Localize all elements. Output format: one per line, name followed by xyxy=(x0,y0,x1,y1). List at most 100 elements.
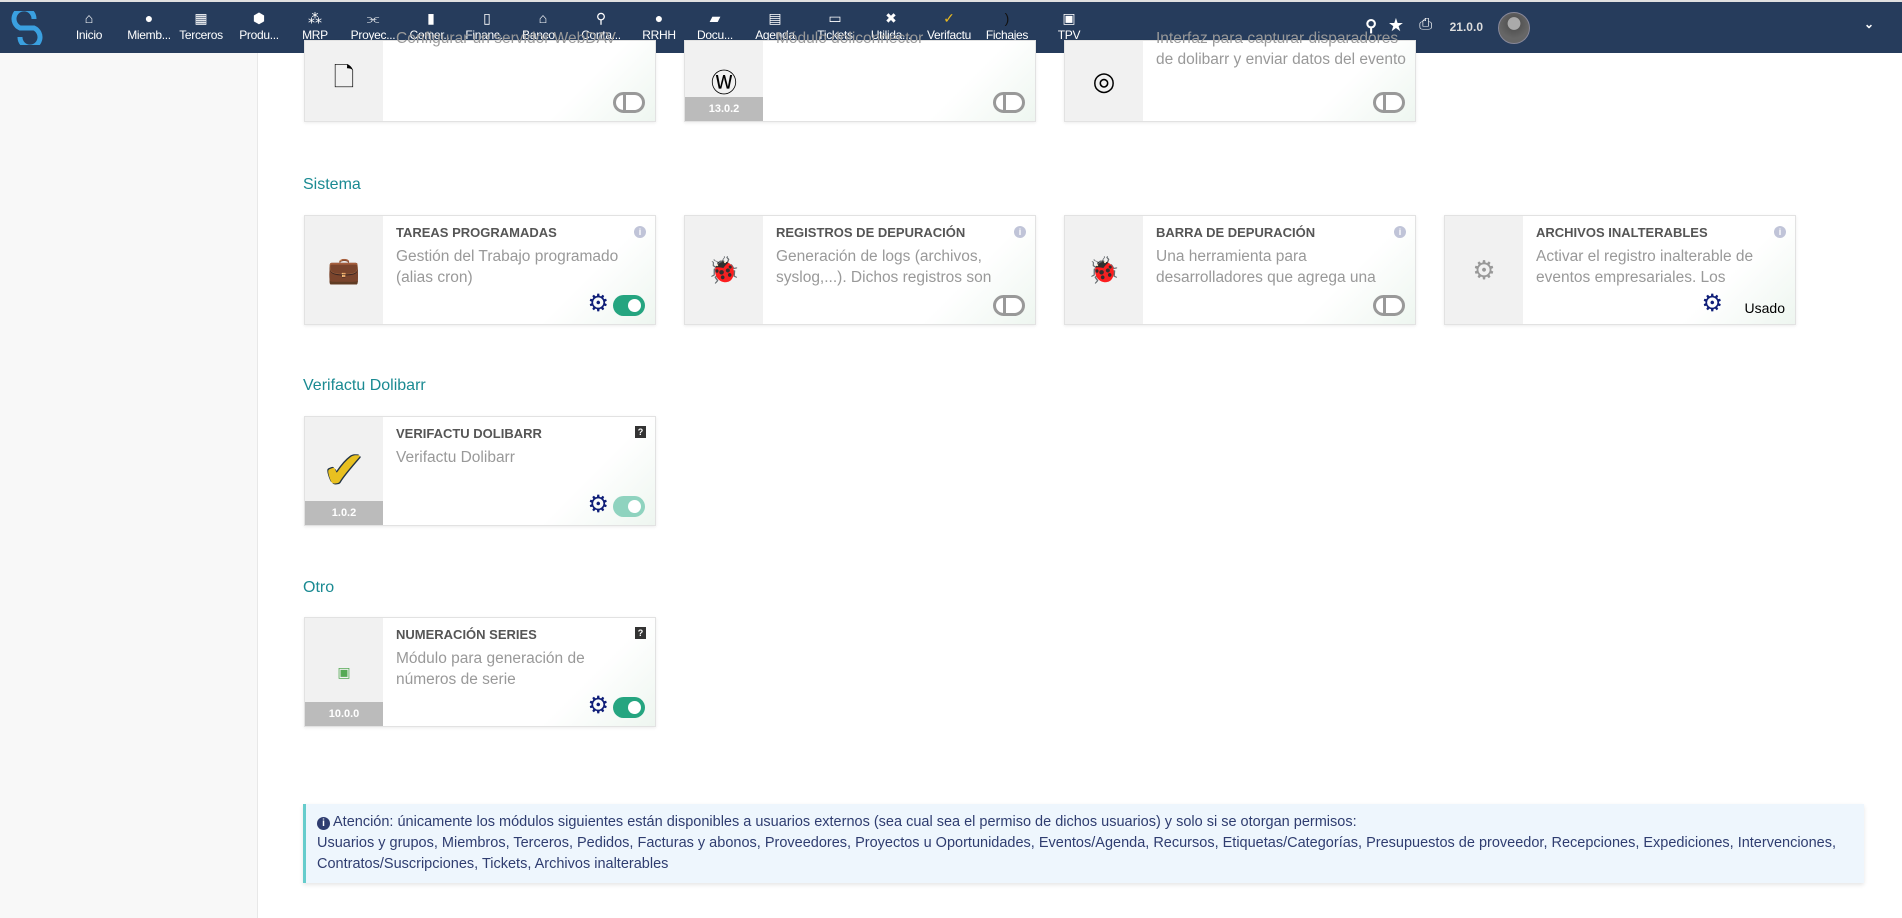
bank-icon: ⌂ xyxy=(538,10,548,26)
nav-item-proyec[interactable]: ⫘ Proyec... xyxy=(344,8,402,42)
module-title: NUMERACIÓN SERIES xyxy=(396,627,537,642)
section-title-sistema: Sistema xyxy=(303,176,361,193)
module-toggle[interactable] xyxy=(613,496,645,517)
chevron-down-icon[interactable]: ⌄ xyxy=(1864,17,1874,31)
nav-item-inicio[interactable]: ⌂ Inicio xyxy=(60,8,118,61)
notice-module-list: Usuarios y grupos, Miembros, Terceros, P… xyxy=(317,835,1837,872)
bug-icon: 🐞 xyxy=(707,254,741,285)
avatar[interactable] xyxy=(1498,12,1530,44)
module-version: 1.0.2 xyxy=(305,501,383,525)
settings-gear-icon[interactable]: ⚙ xyxy=(1701,289,1723,318)
module-toggle[interactable] xyxy=(1373,92,1405,113)
module-card: ⚙ ARCHIVOS INALTERABLES Activar el registr… xyxy=(1444,215,1796,325)
home-icon: ⌂ xyxy=(84,10,94,26)
suitcase-icon: ▮ xyxy=(427,10,435,26)
module-description: Módulo para generación de números de ser… xyxy=(396,650,585,688)
module-card: 🐞 BARRA DE DEPURACIÓN Una herramienta para… xyxy=(1064,215,1416,325)
module-description: Una herramienta para desarrolladores que… xyxy=(1156,248,1376,286)
module-icon-panel: 🗋 xyxy=(305,41,383,121)
module-icon-panel: ⚙ xyxy=(1445,216,1523,324)
checkmark-icon: ✓ xyxy=(943,10,955,26)
module-description: Generación de logs (archivos, syslog,...… xyxy=(776,248,992,286)
module-card: ◎ Interfaz para capturar disparadores de … xyxy=(1064,30,1416,122)
project-diagram-icon: ⫘ xyxy=(366,10,380,26)
cubes-icon: ⁂ xyxy=(308,10,322,26)
nav-item-docu[interactable]: ▰ Docu... xyxy=(686,8,744,42)
module-toggle[interactable] xyxy=(613,295,645,316)
clock-in-icon: ) xyxy=(1004,10,1010,26)
module-toggle[interactable] xyxy=(993,92,1025,113)
user-tie-icon: ● xyxy=(654,10,664,26)
version-label: 21.0.0 xyxy=(1449,20,1483,34)
module-description: Módulo doliconnector xyxy=(776,30,924,47)
section-title-verifactu-dolibarr: Verifactu Dolibarr xyxy=(303,377,426,394)
app-logo[interactable] xyxy=(10,11,44,45)
module-card: 🗋 Configurar un servidor WebDAV xyxy=(304,30,656,122)
cogs-icon: ⚙ xyxy=(1472,254,1496,285)
nav-item-label: Produ... xyxy=(239,28,279,42)
nav-item-produ[interactable]: ⬢ Produ... xyxy=(230,8,288,42)
building-icon: ▦ xyxy=(194,10,208,26)
print-icon[interactable]: ⎙ xyxy=(1419,16,1432,34)
search-dollar-icon: ⚲ xyxy=(595,10,607,26)
module-toggle[interactable] xyxy=(613,92,645,113)
module-title: TAREAS PROGRAMADAS xyxy=(396,225,557,240)
info-icon[interactable]: i xyxy=(1394,226,1406,238)
notice-heading: Atención: únicamente los módulos siguien… xyxy=(333,814,1357,830)
module-version: 10.0.0 xyxy=(305,702,383,726)
module-description: Activar el registro inalterable de event… xyxy=(1536,248,1754,286)
module-card: ✔ 1.0.2 VERIFACTU DOLIBARR Verifactu Doliba… xyxy=(304,416,656,526)
tools-icon: ✖ xyxy=(885,10,897,26)
user-icon: ● xyxy=(144,10,154,26)
cube-icon: ⬢ xyxy=(252,10,266,26)
module-description: Gestión del Trabajo programado (alias cr… xyxy=(396,248,619,286)
module-icon-panel: 💼 xyxy=(305,216,383,324)
nav-item-mrp[interactable]: ⁂ MRP xyxy=(286,8,344,42)
nav-item-tpv[interactable]: ▣ TPV xyxy=(1040,8,1098,42)
nav-item-label: Terceros xyxy=(179,28,223,42)
module-card: 🐞 REGISTROS DE DEPURACIÓN Generación de lo… xyxy=(684,215,1036,325)
module-card: ▣ 10.0.0 NUMERACIÓN SERIES Módulo para gene… xyxy=(304,617,656,727)
module-description: Interfaz para capturar disparadores de d… xyxy=(1156,30,1406,68)
file-icon: 🗋 xyxy=(333,62,355,92)
settings-gear-icon[interactable]: ⚙ xyxy=(587,691,609,720)
cash-register-icon: ▣ xyxy=(1062,10,1076,26)
bug-icon: 🐞 xyxy=(1087,254,1121,285)
briefcase-clock-icon: 💼 xyxy=(327,254,361,285)
module-title: VERIFACTU DOLIBARR xyxy=(396,426,542,441)
wordpress-icon: Ⓦ xyxy=(710,67,737,98)
ticket-icon: ▭ xyxy=(828,10,842,26)
external-users-notice: i Atención: únicamente los módulos siguie… xyxy=(303,804,1864,883)
settings-gear-icon[interactable]: ⚙ xyxy=(587,289,609,318)
info-icon[interactable]: i xyxy=(634,226,646,238)
module-title: REGISTROS DE DEPURACIÓN xyxy=(776,225,966,240)
module-icon-panel: 🐞 xyxy=(685,216,763,324)
section-title-otro: Otro xyxy=(303,579,335,596)
help-icon[interactable]: ? xyxy=(635,627,646,639)
module-toggle[interactable] xyxy=(1373,295,1405,316)
info-icon[interactable]: i xyxy=(1014,226,1026,238)
info-icon[interactable]: i xyxy=(1774,226,1786,238)
module-card: Ⓦ 13.0.2 Módulo doliconnector xyxy=(684,30,1036,122)
target-icon: ◎ xyxy=(1092,65,1116,96)
image-icon: ▣ xyxy=(337,663,351,680)
settings-gear-icon[interactable]: ⚙ xyxy=(587,490,609,519)
module-description: Verifactu Dolibarr xyxy=(396,449,515,466)
module-status: Usado xyxy=(1744,300,1785,316)
module-title: BARRA DE DEPURACIÓN xyxy=(1156,225,1316,240)
module-toggle[interactable] xyxy=(993,295,1025,316)
left-sidebar xyxy=(0,53,258,918)
module-card: 💼 TAREAS PROGRAMADAS Gestión del Trabajo p… xyxy=(304,215,656,325)
module-toggle[interactable] xyxy=(613,697,645,718)
nav-item-miemb[interactable]: ● Miemb... xyxy=(120,8,178,42)
checkmark-icon: ✔ xyxy=(322,442,366,500)
nav-item-label: Inicio xyxy=(75,28,103,42)
module-description: Configurar un servidor WebDAV xyxy=(396,30,616,47)
help-icon[interactable]: ? xyxy=(635,426,646,438)
info-icon: i xyxy=(317,817,330,830)
nav-item-terceros[interactable]: ▦ Terceros xyxy=(172,8,230,42)
nav-item-label: Miemb... xyxy=(127,28,171,42)
invoice-icon: ▯ xyxy=(483,10,491,26)
calendar-icon: ▤ xyxy=(768,10,782,26)
module-title: ARCHIVOS INALTERABLES xyxy=(1536,225,1708,240)
